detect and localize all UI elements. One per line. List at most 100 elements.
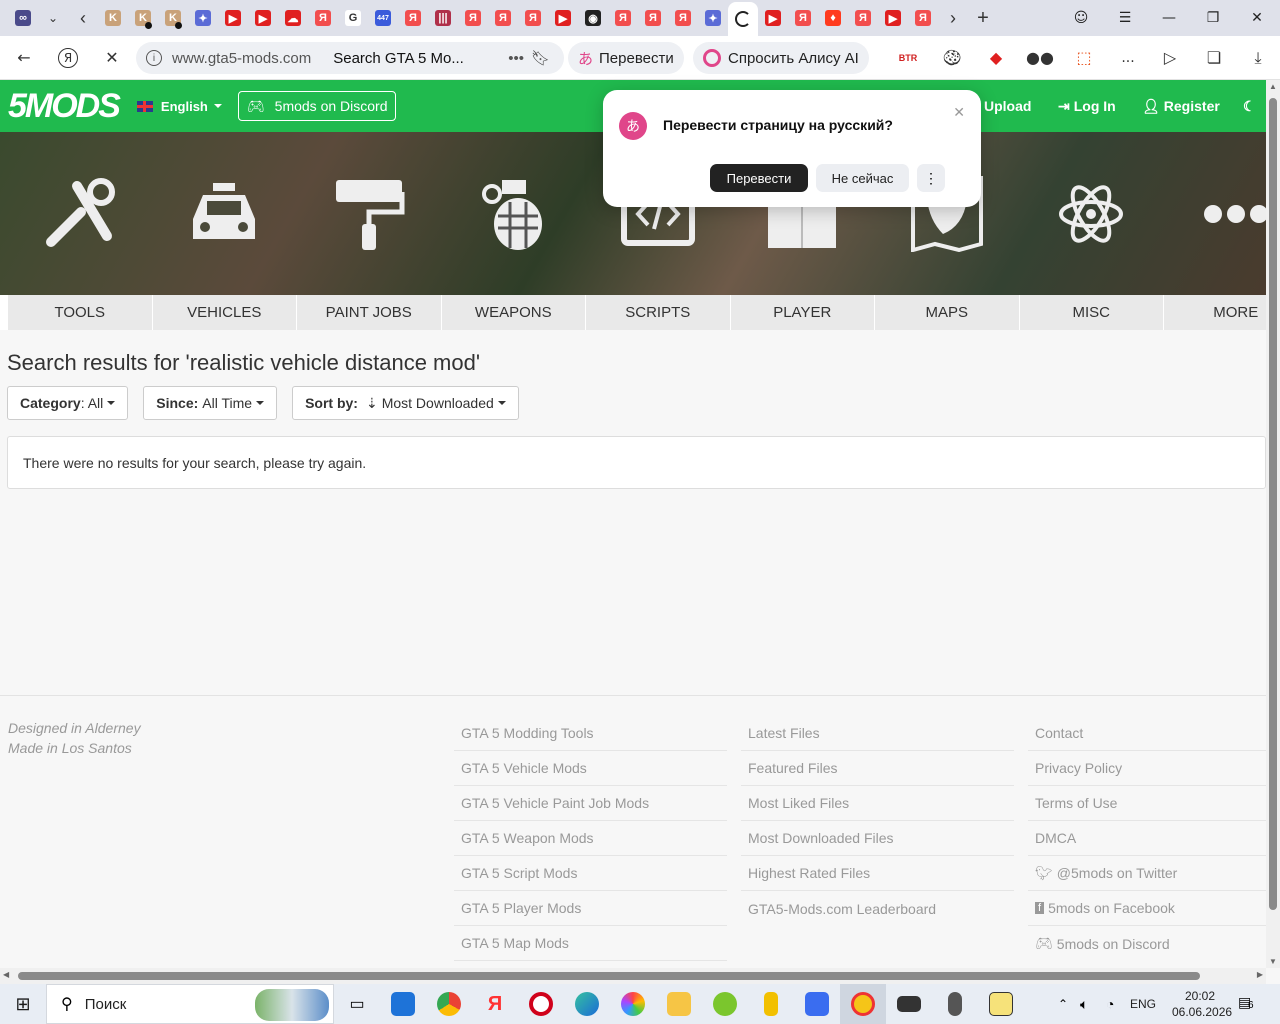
register-link[interactable]: 👤︎ Register (1142, 98, 1220, 115)
minimize-button[interactable]: — (1146, 0, 1192, 36)
close-popup-button[interactable]: ✕ (953, 104, 965, 121)
paint-jobs-category-icon[interactable] (296, 132, 441, 295)
translate-confirm-button[interactable]: Перевести (710, 164, 808, 192)
tab[interactable]: Я (908, 4, 938, 32)
tab[interactable]: Я (398, 4, 428, 32)
footer-link[interactable]: GTA 5 Vehicle Mods (454, 751, 727, 786)
back-button[interactable]: ← (6, 40, 42, 76)
tab-group-button[interactable]: ∞ (8, 4, 38, 32)
show-hidden-icons[interactable]: ⌃ (1058, 997, 1068, 1011)
tab[interactable]: Я (848, 4, 878, 32)
tabs-scroll-left[interactable]: ‹ (68, 4, 98, 32)
tab[interactable]: ||| (428, 4, 458, 32)
tab[interactable]: Я (788, 4, 818, 32)
vertical-scrollbar[interactable]: ▲ ▼ (1266, 80, 1280, 968)
tab[interactable]: Я (518, 4, 548, 32)
footer-link[interactable]: Terms of Use (1028, 786, 1266, 821)
language-selector[interactable]: English (136, 99, 222, 114)
taskbar-yandex[interactable]: Я (472, 984, 518, 1024)
tools-category-icon[interactable] (6, 132, 151, 295)
footer-link[interactable]: Privacy Policy (1028, 751, 1266, 786)
vehicles-category-icon[interactable] (151, 132, 296, 295)
discord-button[interactable]: 🎮︎ 5mods on Discord (237, 91, 397, 121)
profile-button[interactable]: ☺ (1058, 0, 1104, 36)
tab[interactable]: Я (608, 4, 638, 32)
footer-link[interactable]: GTA 5 Map Mods (454, 926, 727, 961)
horizontal-scroll-thumb[interactable] (18, 972, 1200, 980)
volume-icon[interactable]: 🔈︎ (1080, 996, 1088, 1013)
clock[interactable]: 20:02 06.06.2026 (1172, 988, 1232, 1020)
tab-active[interactable] (728, 2, 758, 36)
taskbar-mail[interactable] (380, 984, 426, 1024)
taskbar-mouse-app[interactable] (932, 984, 978, 1024)
footer-link[interactable]: Latest Files (741, 716, 1014, 751)
tab[interactable]: K (98, 4, 128, 32)
more-category-icon[interactable] (1163, 132, 1266, 295)
upload-link[interactable]: Upload (984, 98, 1031, 114)
network-icon[interactable]: ◔ (1106, 996, 1114, 1012)
cookie-extension-icon[interactable]: 🍪︎ (934, 40, 970, 76)
tab[interactable]: G (338, 4, 368, 32)
taskbar-search[interactable]: ⚲ Поиск (46, 984, 334, 1024)
tab[interactable]: K (158, 4, 188, 32)
login-link[interactable]: ⇥ Log In (1058, 98, 1116, 115)
discord-footer-link[interactable]: 🎮︎ 5mods on Discord (1028, 926, 1266, 961)
tab[interactable]: ✦ (698, 4, 728, 32)
footer-link[interactable]: Featured Files (741, 751, 1014, 786)
more-extensions-button[interactable]: ... (1110, 40, 1146, 76)
footer-link[interactable]: GTA 5 Player Mods (454, 891, 727, 926)
tab[interactable]: Я (488, 4, 518, 32)
translate-pill[interactable]: あ Перевести (568, 42, 684, 74)
taskbar-lock-app[interactable] (748, 984, 794, 1024)
scroll-right-arrow[interactable]: ▶ (1257, 970, 1263, 979)
mask-extension-icon[interactable]: ●● (1022, 40, 1058, 76)
start-button[interactable]: ⊞ (0, 984, 46, 1024)
language-indicator[interactable]: ENG (1130, 997, 1156, 1011)
footer-link[interactable]: GTA 5 Modding Tools (454, 716, 727, 751)
taskbar-terminal[interactable] (886, 984, 932, 1024)
scroll-down-arrow[interactable]: ▼ (1269, 957, 1277, 966)
scroll-up-arrow[interactable]: ▲ (1269, 82, 1277, 91)
bookmark-icon[interactable]: 🔖︎ (531, 49, 550, 67)
browser-menu-button[interactable]: ☰ (1102, 0, 1148, 36)
close-window-button[interactable]: ✕ (1234, 0, 1280, 36)
tab[interactable]: K (128, 4, 158, 32)
notification-center[interactable]: ▤ 6 (1238, 994, 1254, 1011)
category-tab-misc[interactable]: MISC (1019, 295, 1164, 330)
tab[interactable]: ▶ (758, 4, 788, 32)
weapons-category-icon[interactable] (440, 132, 585, 295)
category-tab-tools[interactable]: TOOLS (8, 295, 153, 330)
tab-list-button[interactable]: ⌄ (38, 4, 68, 32)
taskbar-yandex-browser[interactable] (840, 984, 886, 1024)
misc-category-icon[interactable] (1018, 132, 1163, 295)
pdf-extension-icon[interactable]: ⬚ (1066, 40, 1102, 76)
media-play-icon[interactable]: ▷ (1152, 40, 1188, 76)
footer-link[interactable]: GTA 5 Script Mods (454, 856, 727, 891)
taskbar-chrome[interactable] (426, 984, 472, 1024)
tab[interactable]: ☁ (278, 4, 308, 32)
yandex-home-button[interactable]: Я (50, 40, 86, 76)
facebook-link[interactable]: f 5mods on Facebook (1028, 891, 1266, 926)
horizontal-scrollbar[interactable]: ◀ ▶ (0, 968, 1266, 984)
more-options-icon[interactable]: ••• (508, 50, 524, 67)
restore-button[interactable]: ❐ (1190, 0, 1236, 36)
tab[interactable]: ✦ (188, 4, 218, 32)
vertical-scroll-thumb[interactable] (1269, 98, 1277, 910)
btr-extension[interactable]: BTR (890, 40, 926, 76)
tab[interactable]: Я (668, 4, 698, 32)
footer-link[interactable]: GTA 5 Weapon Mods (454, 821, 727, 856)
taskbar-blue-app[interactable] (794, 984, 840, 1024)
category-tab-weapons[interactable]: WEAPONS (441, 295, 586, 330)
since-filter-dropdown[interactable]: Since: All Time (143, 386, 278, 420)
not-now-button[interactable]: Не сейчас (816, 164, 909, 192)
stop-loading-button[interactable]: ✕ (94, 40, 130, 76)
taskbar-edge[interactable] (564, 984, 610, 1024)
download-icon[interactable]: ⤓ (1240, 40, 1276, 76)
collections-icon[interactable]: ❏ (1196, 40, 1232, 76)
footer-link[interactable]: GTA5-Mods.com Leaderboard (741, 891, 1014, 926)
footer-link[interactable]: Most Downloaded Files (741, 821, 1014, 856)
tab[interactable]: ▶ (218, 4, 248, 32)
taskbar-opera[interactable] (518, 984, 564, 1024)
tab[interactable]: Я (638, 4, 668, 32)
taskbar-explorer[interactable] (656, 984, 702, 1024)
